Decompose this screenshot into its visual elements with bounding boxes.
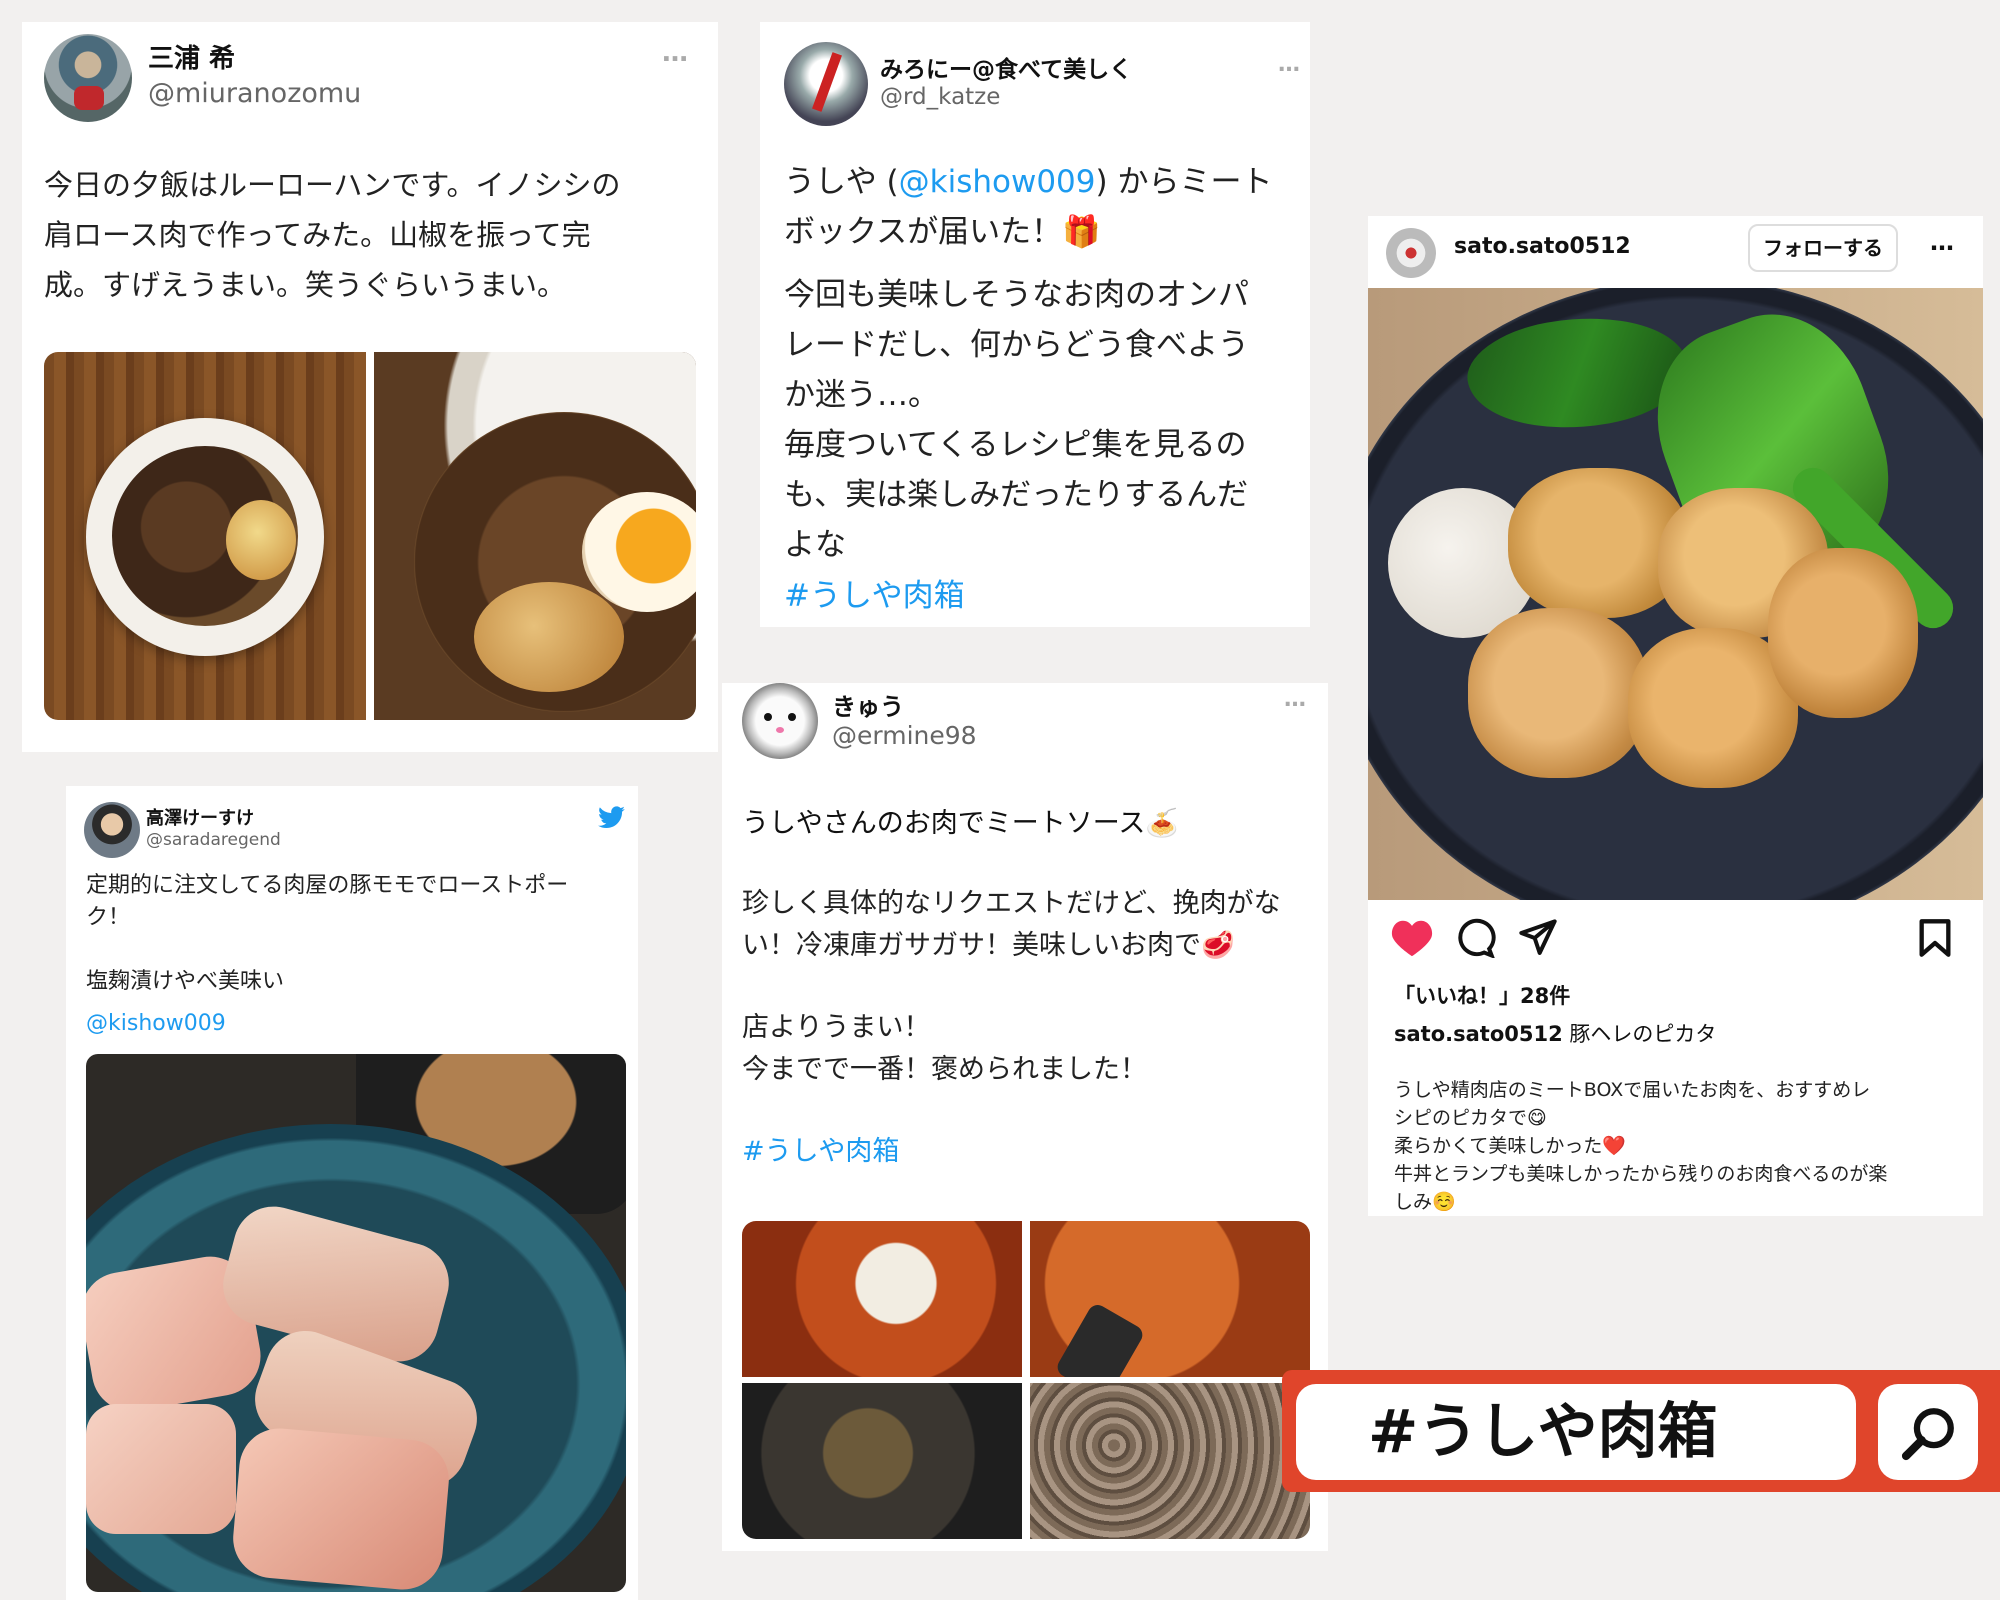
user-name: みろにー@食べて美しく [880, 57, 1133, 83]
twitter-bird-icon[interactable] [598, 806, 626, 830]
tweet-line-1: うしやさんのお肉でミートソース🍝 [742, 801, 1179, 840]
caption-user[interactable]: sato.sato0512 [1394, 1022, 1563, 1046]
likes-count[interactable]: 「いいね！」28件 [1394, 980, 1570, 1010]
hashtag-link[interactable]: #うしや肉箱 [784, 570, 965, 615]
avatar-detail [812, 52, 842, 112]
user-name: きゅう [832, 693, 904, 721]
more-icon[interactable]: … [1930, 228, 1956, 256]
more-icon[interactable]: … [662, 38, 690, 68]
bookmark-icon[interactable] [1918, 918, 1952, 958]
tweet-text: うしや (@kishow009) からミート ボックスが届いた！🎁 [784, 157, 1294, 257]
instagram-card-sato: sato.sato0512 フォローする … 「いいね！」28件 sato.sa… [1368, 216, 1983, 1216]
tweet-card-kyu: きゅう @ermine98 … うしやさんのお肉でミートソース🍝 珍しく具体的な… [722, 683, 1328, 1551]
hashtag-link[interactable]: #うしや肉箱 [742, 1129, 899, 1168]
avatar[interactable] [1386, 228, 1436, 278]
avatar-figure [74, 86, 104, 110]
user-name: 三浦 希 [148, 44, 236, 74]
food-photo-bowl-close[interactable] [374, 352, 696, 720]
tweet-line-2: 珍しく具体的なリクエストだけど、挽肉がな い！冷凍庫ガサガサ！美味しいお肉で🥩 [742, 883, 1322, 967]
user-handle: @rd_katze [880, 84, 1001, 110]
meat-sauce-photo-1[interactable] [742, 1221, 1022, 1377]
caption-header: sato.sato0512 豚ヘレのピカタ [1394, 1018, 1716, 1048]
search-query: #うしや肉箱 [1368, 1397, 1718, 1467]
user-handle: @miuranozomu [148, 78, 362, 109]
gift-emoji: 🎁 [1062, 214, 1101, 250]
follow-button[interactable]: フォローする [1748, 224, 1898, 272]
tweet-text: 定期的に注文してる肉屋の豚モモでローストポー ク！ 塩麹漬けやべ美味い [86, 873, 569, 994]
avatar[interactable] [784, 42, 868, 126]
share-icon[interactable] [1518, 918, 1558, 958]
meat-sauce-photo-2[interactable] [1030, 1221, 1310, 1377]
mention-link[interactable]: @kishow009 [86, 1011, 226, 1036]
more-icon[interactable]: … [1278, 52, 1302, 77]
user-name[interactable]: sato.sato0512 [1454, 234, 1631, 259]
mention-link[interactable]: @kishow009 [899, 164, 1096, 200]
meat-emoji: 🥩 [1201, 930, 1235, 961]
avatar[interactable] [742, 683, 818, 759]
tweet-card-mironi: みろにー@食べて美しく @rd_katze … うしや (@kishow009)… [760, 22, 1310, 627]
roast-pork-photo[interactable] [86, 1054, 626, 1592]
avatar[interactable] [84, 802, 140, 858]
user-name: 高澤けーすけ [146, 808, 254, 829]
more-icon[interactable]: … [1284, 687, 1308, 712]
comment-icon[interactable] [1454, 918, 1496, 958]
spaghetti-emoji: 🍝 [1145, 808, 1180, 839]
tweet-text-part: 珍しく具体的なリクエストだけど、挽肉がな い！冷凍庫ガサガサ！美味しいお肉で [742, 888, 1281, 961]
user-handle: @ermine98 [832, 721, 977, 750]
minced-meat-photo[interactable] [1030, 1383, 1310, 1539]
user-handle: @saradaregend [146, 830, 281, 850]
tweet-line-3: 店よりうまい！ 今までで一番！褒められました！ [742, 1012, 1147, 1085]
food-photo-bowl-top[interactable] [44, 352, 366, 720]
tweet-text-part: うしや ( [784, 164, 899, 200]
caption-title: 豚ヘレのピカタ [1569, 1022, 1717, 1046]
hashtag-search-bar: #うしや肉箱 [1282, 1370, 2000, 1492]
meat-sauce-photo-3[interactable] [742, 1383, 1022, 1539]
search-button[interactable] [1878, 1384, 1978, 1480]
search-icon [1901, 1408, 1954, 1461]
pork-piccata-photo[interactable] [1368, 288, 1983, 900]
search-input[interactable]: #うしや肉箱 [1296, 1384, 1856, 1480]
heart-icon[interactable] [1390, 918, 1434, 958]
tweet-text-part: うしやさんのお肉でミートソース [742, 808, 1146, 839]
avatar[interactable] [44, 34, 132, 122]
tweet-text: 今日の夕飯はルーローハンです。イノシシの 肩ロース肉で作ってみた。山椒を振って完… [44, 168, 621, 302]
tweet-card-takazawa: 高澤けーすけ @saradaregend 定期的に注文してる肉屋の豚モモでロース… [66, 786, 638, 1600]
tweet-text-2: 今回も美味しそうなお肉のオンパ レードだし、何からどう食べよう か迷う…。 毎度… [784, 277, 1249, 563]
caption-text: うしや精肉店のミートBOXで届いたお肉を、おすすめレ シピのピカタで😋 柔らかく… [1394, 1079, 1888, 1213]
tweet-card-miura: 三浦 希 @miuranozomu … 今日の夕飯はルーローハンです。イノシシの… [22, 22, 718, 752]
